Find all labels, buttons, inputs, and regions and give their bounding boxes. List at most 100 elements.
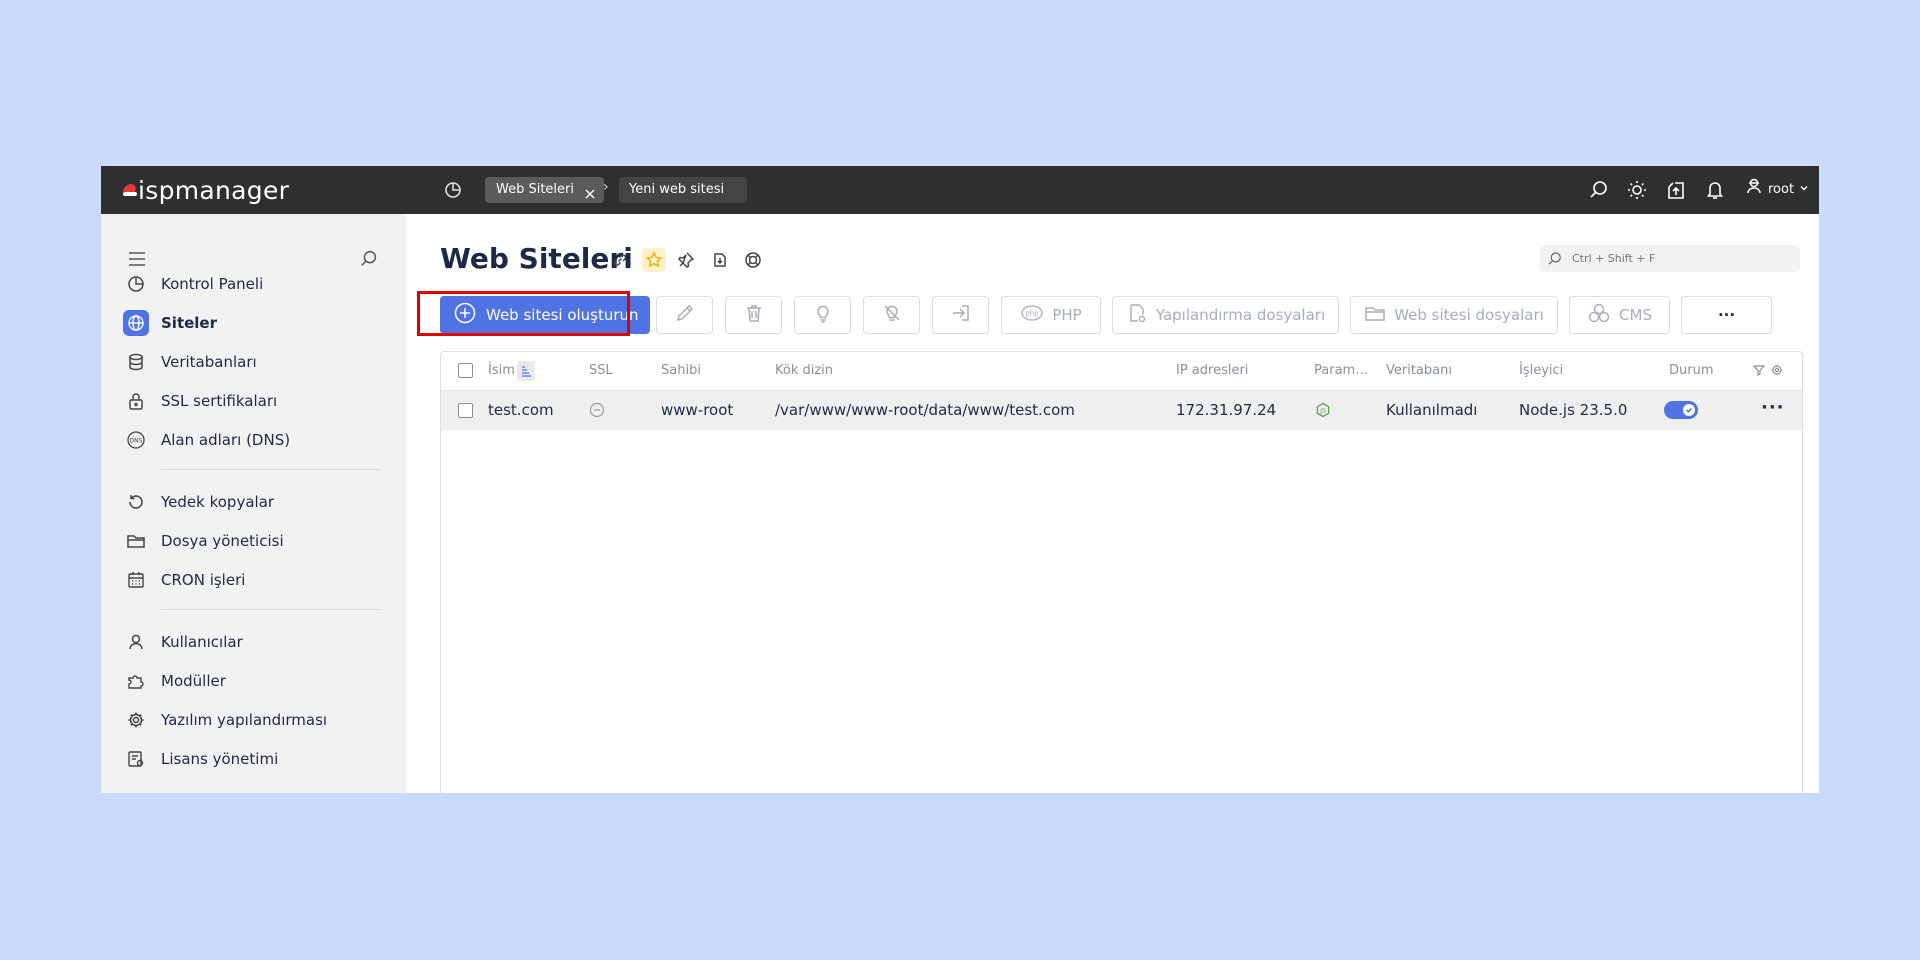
site-files-label: Web sitesi dosyaları bbox=[1394, 306, 1544, 324]
sidebar-item-label: Lisans yönetimi bbox=[161, 750, 279, 768]
santa-hat-icon bbox=[123, 184, 137, 198]
gear-icon bbox=[123, 707, 149, 733]
sidebar-item-sites[interactable]: Siteler bbox=[123, 308, 383, 338]
cell-db: Kullanılmadı bbox=[1386, 401, 1478, 419]
row-more-icon[interactable]: ··· bbox=[1761, 397, 1785, 418]
sidebar-item-file-manager[interactable]: Dosya yöneticisi bbox=[123, 526, 383, 556]
history-icon[interactable] bbox=[441, 178, 465, 202]
sidebar-item-backups[interactable]: Yedek kopyalar bbox=[123, 487, 383, 517]
sidebar-item-label: SSL sertifikaları bbox=[161, 392, 278, 410]
select-all-checkbox[interactable] bbox=[458, 363, 473, 378]
enter-icon bbox=[950, 302, 972, 328]
table-search[interactable] bbox=[1540, 245, 1800, 272]
config-files-button[interactable]: Yapılandırma dosyaları bbox=[1112, 296, 1339, 334]
column-owner[interactable]: Sahibi bbox=[661, 363, 701, 378]
top-bar: ispmanager Web Siteleri › Yeni web sites… bbox=[101, 166, 1819, 214]
help-lifebuoy-icon[interactable] bbox=[741, 248, 765, 272]
sidebar-item-label: Dosya yöneticisi bbox=[161, 532, 284, 550]
star-icon[interactable] bbox=[642, 248, 666, 272]
toolbar: Web sitesi oluşturun php PHP Yapılandırm… bbox=[406, 291, 1819, 340]
cell-root-dir: /var/www/www-root/data/www/test.com bbox=[775, 401, 1075, 419]
enable-button[interactable] bbox=[794, 296, 851, 334]
sidebar-item-dns[interactable]: DNS Alan adları (DNS) bbox=[123, 425, 383, 455]
sidebar-divider bbox=[161, 609, 381, 610]
sidebar-item-license[interactable]: Lisans yönetimi bbox=[123, 744, 383, 774]
cell-handler: Node.js 23.5.0 bbox=[1519, 401, 1628, 419]
cms-button[interactable]: CMS bbox=[1569, 296, 1670, 334]
table-row[interactable]: test.com www-root /var/www/www-root/data… bbox=[441, 391, 1802, 430]
delete-button[interactable] bbox=[725, 296, 782, 334]
pin-icon[interactable] bbox=[674, 248, 698, 272]
user-icon bbox=[1745, 177, 1763, 204]
sidebar-item-cron[interactable]: CRON işleri bbox=[123, 565, 383, 595]
php-icon: php bbox=[1020, 303, 1044, 327]
export-icon[interactable] bbox=[708, 248, 732, 272]
ssl-none-icon bbox=[589, 402, 605, 422]
folder-icon bbox=[1364, 302, 1386, 328]
sidebar-item-dashboard[interactable]: Kontrol Paneli bbox=[123, 269, 383, 299]
column-name[interactable]: İsim bbox=[488, 363, 515, 378]
lightbulb-icon bbox=[812, 302, 834, 328]
edit-button[interactable] bbox=[656, 296, 713, 334]
link-icon[interactable] bbox=[608, 248, 632, 272]
trash-icon bbox=[743, 302, 765, 328]
sidebar-item-modules[interactable]: Modüller bbox=[123, 666, 383, 696]
chevron-right-icon: › bbox=[603, 179, 609, 195]
column-db[interactable]: Veritabanı bbox=[1386, 363, 1452, 378]
close-icon[interactable] bbox=[584, 184, 596, 199]
search-input[interactable] bbox=[1570, 251, 1784, 266]
sidebar-item-ssl[interactable]: SSL sertifikaları bbox=[123, 386, 383, 416]
table-header: İsim SSL Sahibi Kök dizin IP adresleri P… bbox=[441, 352, 1802, 391]
lightbulb-off-icon bbox=[881, 302, 903, 328]
login-as-button[interactable] bbox=[932, 296, 989, 334]
highlight-box bbox=[417, 291, 630, 336]
page-title: Web Siteleri bbox=[440, 242, 633, 275]
user-menu[interactable]: root bbox=[1745, 178, 1809, 202]
sidebar-item-users[interactable]: Kullanıcılar bbox=[123, 627, 383, 657]
sidebar-item-label: Yedek kopyalar bbox=[161, 493, 275, 511]
bell-icon[interactable] bbox=[1703, 178, 1727, 202]
column-handler[interactable]: İşleyici bbox=[1519, 363, 1563, 378]
cell-name: test.com bbox=[488, 401, 554, 419]
license-icon bbox=[123, 746, 149, 772]
cell-ip: 172.31.97.24 bbox=[1176, 401, 1277, 419]
row-checkbox[interactable] bbox=[458, 403, 473, 418]
filter-icon[interactable] bbox=[1752, 364, 1766, 380]
status-toggle[interactable] bbox=[1664, 401, 1698, 419]
puzzle-icon bbox=[123, 668, 149, 694]
sidebar-item-databases[interactable]: Veritabanları bbox=[123, 347, 383, 377]
nodejs-icon: JS bbox=[1315, 402, 1331, 422]
site-files-button[interactable]: Web sitesi dosyaları bbox=[1350, 296, 1558, 334]
column-root-dir[interactable]: Kök dizin bbox=[775, 363, 833, 378]
breadcrumb-tab-new-website[interactable]: Yeni web sitesi bbox=[619, 177, 747, 203]
column-ssl[interactable]: SSL bbox=[589, 363, 613, 378]
sort-icon[interactable] bbox=[517, 361, 535, 381]
sidebar-item-software-config[interactable]: Yazılım yapılandırması bbox=[123, 705, 383, 735]
more-button[interactable]: ··· bbox=[1681, 296, 1772, 334]
theme-sun-icon[interactable] bbox=[1625, 178, 1649, 202]
sidebar-item-label: Yazılım yapılandırması bbox=[161, 711, 328, 729]
chevron-down-icon bbox=[1799, 178, 1809, 202]
sidebar: Kontrol Paneli Siteler Veritabanları SSL… bbox=[101, 214, 406, 793]
column-settings-icon[interactable] bbox=[1771, 364, 1783, 380]
column-params[interactable]: Param… bbox=[1314, 363, 1368, 378]
user-icon bbox=[123, 629, 149, 655]
user-name: root bbox=[1768, 182, 1795, 197]
search-icon[interactable] bbox=[1587, 178, 1611, 202]
breadcrumb-label: Yeni web sitesi bbox=[629, 182, 725, 197]
disable-button[interactable] bbox=[863, 296, 920, 334]
sidebar-item-label: Modüller bbox=[161, 672, 226, 690]
cms-label: CMS bbox=[1619, 306, 1652, 324]
breadcrumb-tab-websites[interactable]: Web Siteleri bbox=[485, 177, 604, 203]
column-status[interactable]: Durum bbox=[1669, 363, 1714, 378]
cell-owner: www-root bbox=[661, 401, 734, 419]
calendar-icon bbox=[123, 567, 149, 593]
cms-icon bbox=[1587, 302, 1611, 328]
php-button[interactable]: php PHP bbox=[1001, 296, 1101, 334]
sidebar-item-label: CRON işleri bbox=[161, 571, 246, 589]
upload-icon[interactable] bbox=[1664, 178, 1688, 202]
sidebar-item-label: Kullanıcılar bbox=[161, 633, 243, 651]
file-settings-icon bbox=[1126, 302, 1148, 328]
column-ip[interactable]: IP adresleri bbox=[1176, 363, 1248, 378]
logo[interactable]: ispmanager bbox=[123, 176, 289, 205]
